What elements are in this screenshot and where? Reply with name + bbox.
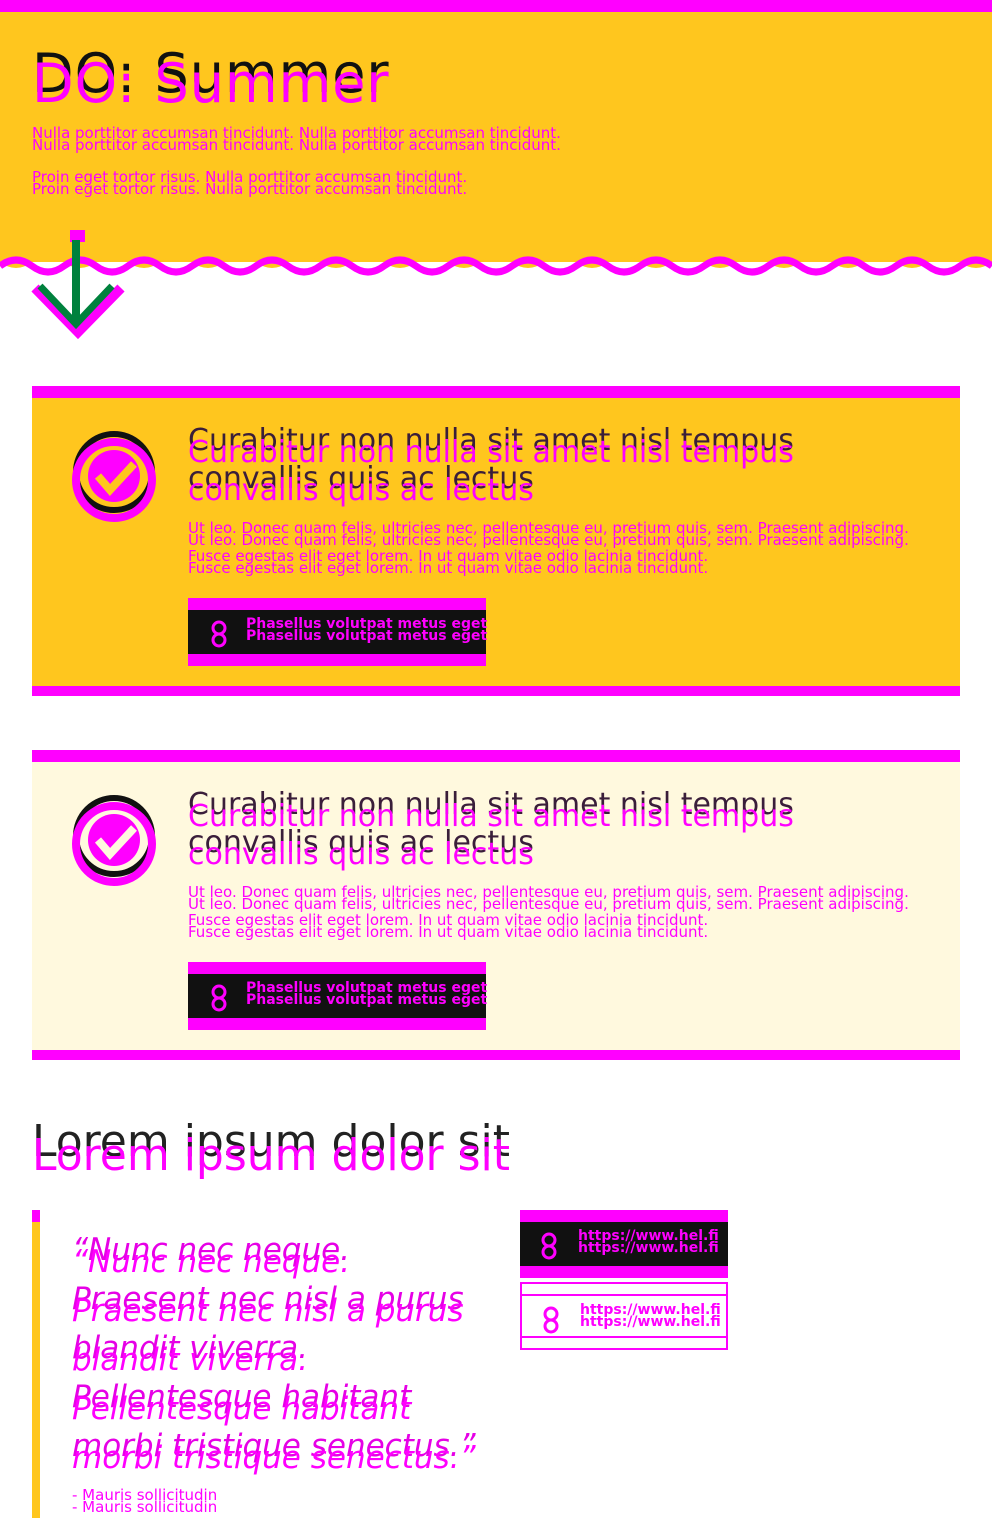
check-circle-icon: [72, 795, 156, 886]
button-face[interactable]: Phasellus volutpat metus eget Phasellus v…: [188, 974, 488, 1018]
quote-citation: - Mauris sollicitudin - Mauris sollicitud…: [72, 1486, 218, 1516]
quote-bar-cap: [32, 1210, 40, 1222]
link-icon: [543, 1306, 559, 1334]
card-action-button[interactable]: Phasellus volutpat metus eget Phasellus v…: [188, 962, 488, 1030]
link-icon: [541, 1232, 557, 1260]
card-title: Curabitur non nulla sit amet nisl tempus…: [188, 423, 794, 508]
button-face[interactable]: Phasellus volutpat metus eget Phasellus v…: [188, 610, 488, 654]
button-face[interactable]: https://www.hel.fi https://www.hel.fi: [520, 1222, 728, 1266]
link-icon: [211, 620, 227, 648]
section-heading: Lorem ipsum dolor sit Lorem ipsum dolor s…: [32, 1116, 510, 1181]
button-face[interactable]: https://www.hel.fi https://www.hel.fi: [522, 1294, 726, 1338]
feature-card-2: Curabitur non nulla sit amet nisl tempus…: [32, 750, 960, 1060]
arrow-down-icon: [31, 230, 125, 340]
link-label: https://www.hel.fi https://www.hel.fi: [580, 1302, 721, 1330]
wave-divider: [0, 250, 992, 276]
card-bottom-bar: [32, 686, 960, 696]
link-label: https://www.hel.fi https://www.hel.fi: [578, 1228, 719, 1256]
card-top-bar: [32, 750, 960, 762]
quote-accent-bar: [32, 1210, 40, 1518]
button-label: Phasellus volutpat metus eget Phasellus v…: [246, 980, 488, 1008]
top-accent-bar: [0, 0, 992, 12]
card-top-bar: [32, 386, 960, 398]
link-button-secondary[interactable]: https://www.hel.fi https://www.hel.fi: [520, 1282, 728, 1350]
link-icon: [211, 984, 227, 1012]
hero-lead-1: Nulla porttitor accumsan tincidunt. Null…: [32, 124, 561, 154]
check-circle-icon: [72, 431, 156, 522]
card-bottom-bar: [32, 1050, 960, 1060]
link-button-primary[interactable]: https://www.hel.fi https://www.hel.fi: [520, 1210, 728, 1278]
card-action-button[interactable]: Phasellus volutpat metus eget Phasellus v…: [188, 598, 488, 666]
card-body: Ut leo. Donec quam felis, ultricies nec,…: [188, 883, 909, 941]
page-title: DO: Summer DO: Summer: [32, 42, 390, 115]
feature-card-1: Curabitur non nulla sit amet nisl tempus…: [32, 386, 960, 696]
blockquote: “Nunc nec neque. Praesent nec nisl a pur…: [72, 1232, 476, 1476]
hero-lead-2: Proin eget tortor risus. Nulla porttitor…: [32, 168, 468, 198]
button-label: Phasellus volutpat metus eget Phasellus v…: [246, 616, 488, 644]
card-title: Curabitur non nulla sit amet nisl tempus…: [188, 787, 794, 872]
card-body: Ut leo. Donec quam felis, ultricies nec,…: [188, 519, 909, 577]
